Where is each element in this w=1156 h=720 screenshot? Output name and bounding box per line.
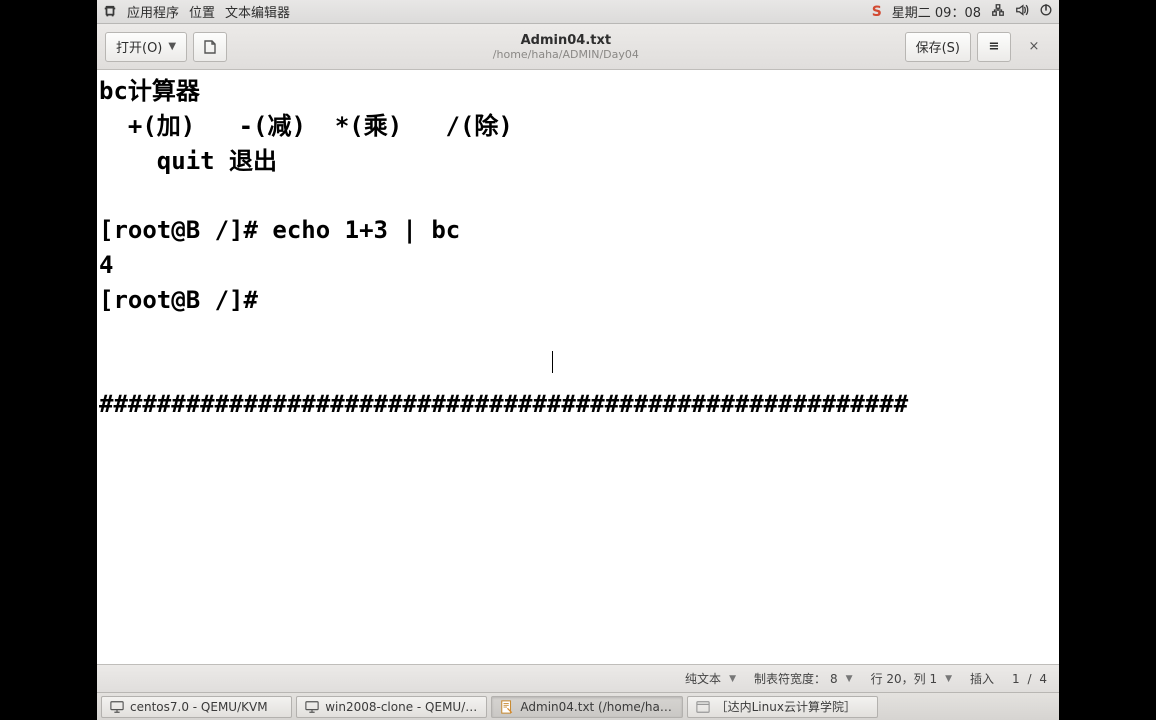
menu-app[interactable]: 文本编辑器 [225,2,290,21]
volume-icon[interactable] [1015,3,1029,21]
new-tab-button[interactable] [193,32,227,62]
menu-applications[interactable]: 应用程序 [127,2,179,21]
input-method-icon[interactable]: S [872,4,882,20]
title-block: Admin04.txt /home/haha/ADMIN/Day04 [233,33,899,61]
task-button-other[interactable]: ［达内Linux云计算学院］ [687,696,878,718]
network-icon[interactable] [991,3,1005,21]
activities-icon[interactable] [103,5,117,19]
gnome-top-bar: 应用程序 位置 文本编辑器 S 星期二 09：08 [97,0,1059,24]
page-indicator: 1 / 4 [1012,672,1047,686]
chevron-down-icon: ▼ [168,41,176,52]
text-cursor [552,351,553,373]
editor-area[interactable]: bc计算器 +(加) -(减) *(乘) /(除) quit 退出 [root@… [97,70,1059,664]
window-icon [696,700,710,714]
open-button-label: 打开(O) [116,37,162,56]
menu-button[interactable]: ≡ [977,32,1011,62]
close-icon: × [1029,39,1040,54]
monitor-icon [305,700,319,714]
cursor-position-selector[interactable]: 行 20，列 1▼ [871,670,952,687]
tab-width-selector[interactable]: 制表符宽度：8▼ [754,670,853,687]
save-button[interactable]: 保存(S) [905,32,971,62]
app-header: 打开(O) ▼ Admin04.txt /home/haha/ADMIN/Day… [97,24,1059,70]
document-title: Admin04.txt [233,33,899,48]
menu-places[interactable]: 位置 [189,2,215,21]
monitor-icon [110,700,124,714]
editor-content[interactable]: bc计算器 +(加) -(减) *(乘) /(除) quit 退出 [root@… [97,70,1059,664]
chevron-down-icon: ▼ [846,674,853,684]
open-button[interactable]: 打开(O) ▼ [105,32,187,62]
clock-text[interactable]: 星期二 09：08 [892,2,981,21]
document-path: /home/haha/ADMIN/Day04 [233,48,899,61]
chevron-down-icon: ▼ [945,674,952,684]
task-button-editor[interactable]: Admin04.txt (/home/haha/ADM… [491,696,682,718]
syntax-mode-selector[interactable]: 纯文本▼ [685,670,736,687]
close-button[interactable]: × [1017,32,1051,62]
document-icon [202,39,218,55]
task-button-vm2[interactable]: win2008-clone - QEMU/KVM [296,696,487,718]
chevron-down-icon: ▼ [729,674,736,684]
status-bar: 纯文本▼ 制表符宽度：8▼ 行 20，列 1▼ 插入 1 / 4 [97,664,1059,692]
text-editor-icon [500,700,514,714]
task-button-vm1[interactable]: centos7.0 - QEMU/KVM [101,696,292,718]
power-icon[interactable] [1039,3,1053,21]
window-task-bar: centos7.0 - QEMU/KVM win2008-clone - QEM… [97,692,1059,720]
hamburger-icon: ≡ [989,39,1000,54]
insert-mode[interactable]: 插入 [970,670,994,687]
